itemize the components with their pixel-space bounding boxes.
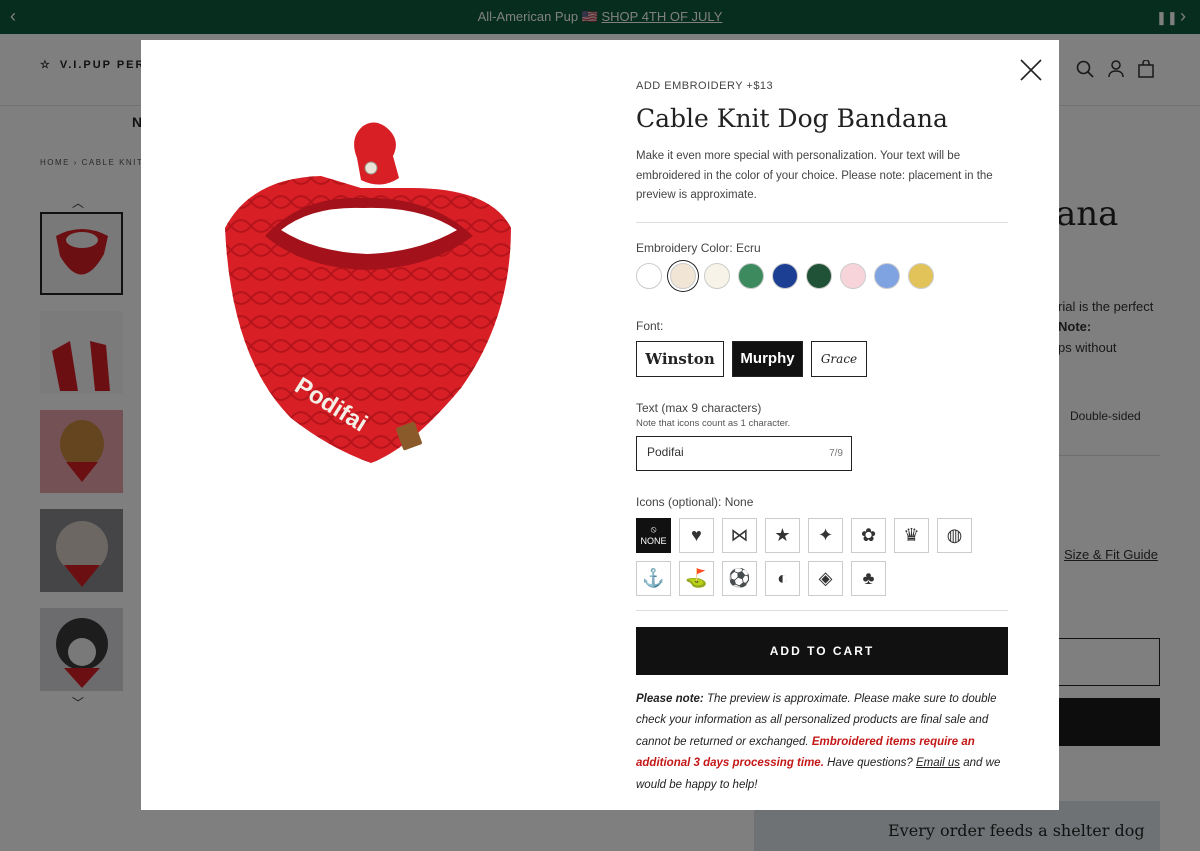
text-label: Text (max 9 characters) (636, 400, 762, 415)
basketball-icon[interactable]: ◐ (765, 560, 800, 596)
bow-icon[interactable]: ⋈ (722, 517, 757, 553)
flower-icon[interactable]: ✿ (851, 517, 886, 553)
icon-glyph: ✿ (860, 524, 877, 545)
ring-icon[interactable]: ◍ (937, 517, 972, 553)
color-swatch[interactable] (806, 262, 832, 289)
note-bold: Please note: (636, 692, 704, 705)
icon-glyph: ⛳ (685, 567, 708, 588)
color-swatch[interactable] (636, 262, 662, 289)
embroidery-color-section: Embroidery Color: Ecru (636, 241, 1008, 289)
text-section: Text (max 9 characters) Note that icons … (636, 401, 1008, 471)
icon-glyph: ✦ (817, 524, 834, 545)
text-note: Note that icons count as 1 character. (636, 417, 791, 429)
font-label: Font: (636, 318, 664, 333)
star-icon[interactable]: ★ (765, 517, 800, 553)
color-swatch[interactable] (738, 262, 764, 289)
font-murphy-button[interactable]: Murphy (732, 340, 803, 377)
icons-section: Icons (optional): None ⦸ NONE ♥ ⋈ ★ ✦ ✿ ♛ ◍ ⚓ ⛳ ⚽… (636, 495, 1008, 596)
clover-icon[interactable]: ♣ (851, 560, 886, 596)
note-questions: Have questions? (823, 757, 916, 769)
product-title: Cable Knit Dog Bandana (636, 104, 948, 133)
icons-label: Icons (optional): None (636, 494, 754, 509)
golf-icon[interactable]: ⛳ (679, 560, 714, 596)
icon-glyph: ◈ (818, 567, 833, 588)
color-swatches (636, 262, 1008, 289)
embroidery-text-input[interactable] (647, 444, 807, 459)
icon-glyph: ♛ (903, 524, 920, 545)
heart-icon[interactable]: ♥ (679, 517, 714, 553)
font-section: Font: Winston Murphy Grace (636, 319, 1008, 377)
color-swatch[interactable] (840, 262, 866, 289)
no-symbol-icon: ⦸ (650, 524, 657, 534)
product-description: Make it even more special with personali… (636, 147, 1008, 223)
football-icon[interactable]: ◈ (808, 560, 843, 596)
bandana-preview-image: Podifai (225, 122, 511, 463)
icon-glyph: ⋈ (730, 524, 749, 545)
icon-glyph: ★ (774, 524, 791, 545)
font-grace-button[interactable]: Grace (811, 340, 867, 377)
divider (636, 609, 1008, 611)
color-swatch[interactable] (908, 262, 934, 289)
color-swatch[interactable] (772, 262, 798, 289)
embroidery-panel: ADD EMBROIDERY +$13 Cable Knit Dog Banda… (636, 80, 1008, 796)
color-swatch[interactable] (874, 262, 900, 289)
icon-none-label: NONE (640, 536, 667, 546)
icon-glyph: ♥ (691, 524, 702, 545)
crown-icon[interactable]: ♛ (894, 517, 929, 553)
icon-glyph: ◐ (777, 567, 788, 588)
note-text: Please note: The preview is approximate.… (636, 689, 1008, 797)
icon-glyph: ⚽ (728, 567, 751, 588)
email-us-link[interactable]: Email us (916, 757, 960, 769)
anchor-icon[interactable]: ⚓ (636, 560, 671, 596)
font-options: Winston Murphy Grace (636, 340, 1008, 377)
icon-glyph: ◍ (946, 524, 963, 545)
icon-options: ⦸ NONE ♥ ⋈ ★ ✦ ✿ ♛ ◍ ⚓ ⛳ ⚽ ◐ ◈ ♣ (636, 517, 1008, 596)
add-to-cart-button[interactable]: ADD TO CART (636, 626, 1008, 675)
embroidery-price: ADD EMBROIDERY +$13 (636, 80, 774, 92)
close-icon[interactable] (1019, 58, 1043, 82)
icon-none-button[interactable]: ⦸ NONE (636, 517, 671, 553)
text-field[interactable]: 7/9 (636, 435, 852, 471)
color-swatch[interactable] (704, 262, 730, 289)
embroidery-color-label: Embroidery Color: Ecru (636, 240, 761, 255)
icon-glyph: ♣ (862, 567, 875, 588)
embroidery-modal: Podifai ADD EMBROIDERY +$13 Cable Knit D… (141, 40, 1059, 810)
soccer-icon[interactable]: ⚽ (722, 560, 757, 596)
char-counter: 7/9 (829, 447, 843, 459)
color-swatch[interactable] (670, 262, 696, 289)
font-winston-button[interactable]: Winston (636, 340, 724, 377)
icon-glyph: ⚓ (642, 567, 665, 588)
sparkle-icon[interactable]: ✦ (808, 517, 843, 553)
